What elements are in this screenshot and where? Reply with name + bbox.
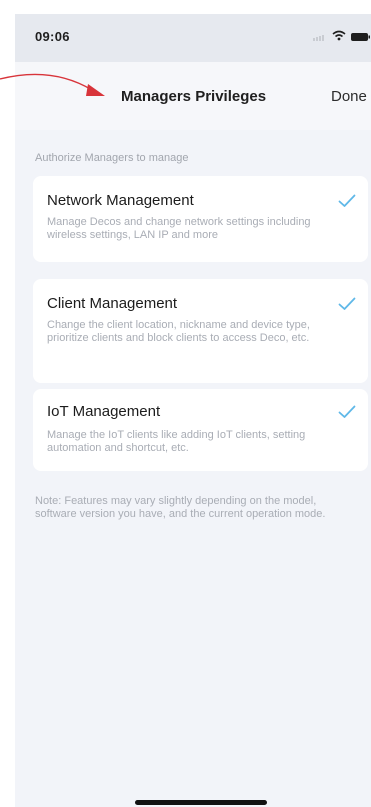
battery-icon [351,33,370,41]
wifi-icon [332,30,346,41]
done-button[interactable]: Done [331,88,367,105]
card-description: Manage Decos and change network settings… [47,216,311,241]
card-description: Change the client location, nickname and… [47,319,310,344]
card-title: Client Management [47,295,178,312]
section-header: Authorize Managers to manage [35,152,189,164]
status-time: 09:06 [35,29,70,44]
features-note: Note: Features may vary slightly dependi… [35,495,326,520]
checkmark-icon [338,194,356,207]
status-icons [313,30,370,41]
cellular-signal-icon [313,35,324,41]
card-title: Network Management [47,192,194,209]
status-bar: 09:06 [15,14,371,62]
home-indicator[interactable] [135,800,267,805]
phone-screen: 09:06 Managers Privileges Done Authorize… [15,14,371,807]
card-description: Manage the IoT clients like adding IoT c… [47,429,306,454]
page-title: Managers Privileges [121,88,267,105]
card-title: IoT Management [47,403,161,420]
client-management-card[interactable]: Client Management Change the client loca… [33,279,368,383]
checkmark-icon [338,405,356,418]
iot-management-card[interactable]: IoT Management Manage the IoT clients li… [33,389,368,471]
checkmark-icon [338,297,356,310]
network-management-card[interactable]: Network Management Manage Decos and chan… [33,176,368,262]
navigation-bar: Managers Privileges Done [15,62,371,130]
